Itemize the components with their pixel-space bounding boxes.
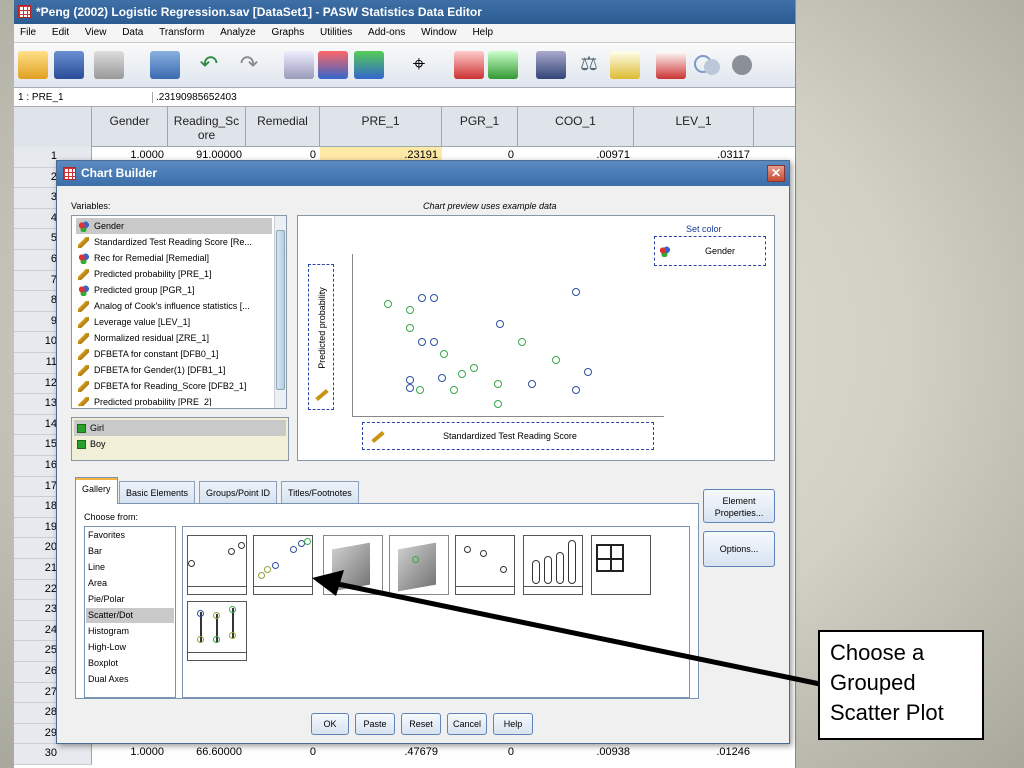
callout-line-3: Scatter Plot [830, 700, 944, 725]
tab-gallery[interactable]: Gallery [75, 477, 118, 504]
callout-line-2: Grouped [830, 670, 916, 695]
callout-box: Choose a Grouped Scatter Plot [818, 630, 984, 740]
callout-line-1: Choose a [830, 640, 925, 665]
